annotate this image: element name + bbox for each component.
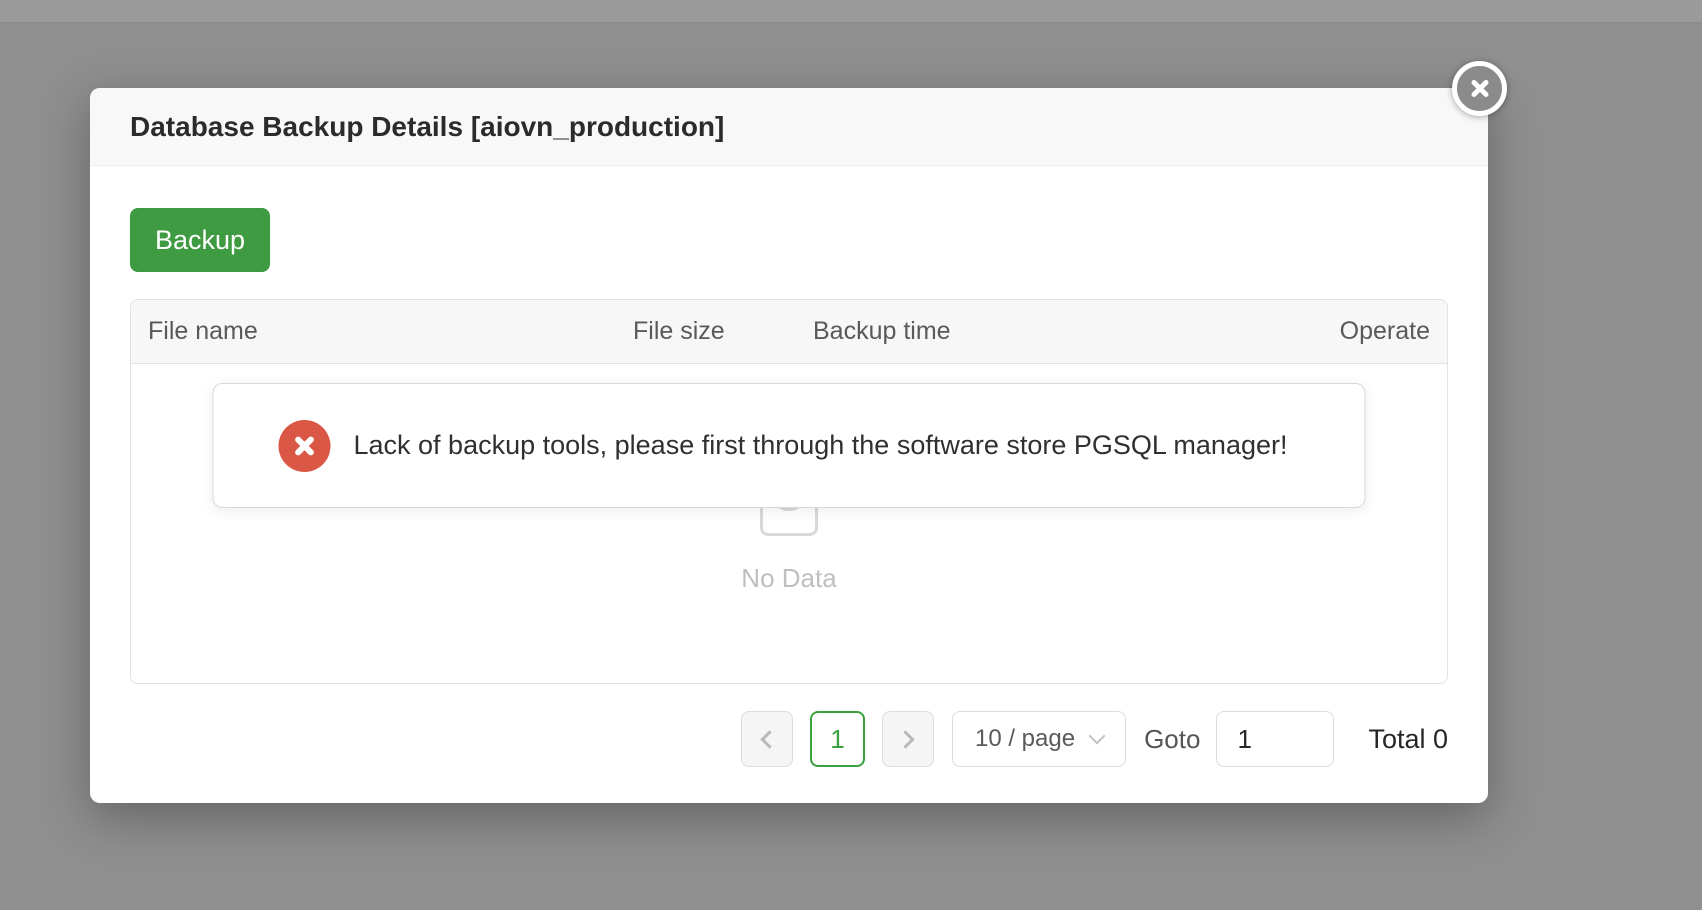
- page-size-select[interactable]: 10 / page: [952, 711, 1126, 767]
- modal-header: Database Backup Details [aiovn_productio…: [90, 88, 1488, 166]
- error-message: Lack of backup tools, please first throu…: [354, 430, 1288, 461]
- close-button[interactable]: [1452, 61, 1507, 116]
- table-header-row: File name File size Backup time Operate: [131, 300, 1447, 364]
- goto-label: Goto: [1144, 724, 1200, 755]
- database-backup-details-modal: Database Backup Details [aiovn_productio…: [90, 88, 1488, 803]
- goto-page-input[interactable]: [1216, 711, 1334, 767]
- chevron-left-icon: [760, 730, 778, 748]
- column-header-backup-time: Backup time: [813, 317, 1143, 346]
- table-body-empty-state: No Data Lack of backup tools, please fir…: [131, 364, 1447, 683]
- chevron-right-icon: [896, 730, 914, 748]
- chevron-down-icon: [1089, 728, 1106, 745]
- pagination: 1 10 / page Goto Total 0: [130, 711, 1448, 767]
- modal-title: Database Backup Details [aiovn_productio…: [130, 111, 724, 143]
- column-header-operate: Operate: [1143, 317, 1430, 346]
- current-page-button[interactable]: 1: [810, 711, 865, 767]
- column-header-file-size: File size: [633, 317, 813, 346]
- error-icon: [279, 420, 331, 472]
- page-size-value: 10 / page: [975, 725, 1075, 753]
- column-header-file-name: File name: [148, 317, 633, 346]
- total-count: Total 0: [1368, 724, 1448, 755]
- empty-state-label: No Data: [131, 563, 1447, 594]
- next-page-button[interactable]: [882, 711, 934, 767]
- prev-page-button[interactable]: [741, 711, 793, 767]
- backup-files-table: File name File size Backup time Operate …: [130, 299, 1448, 684]
- modal-body: Backup File name File size Backup time O…: [90, 166, 1488, 767]
- background-top-bar: [0, 0, 1702, 23]
- backup-button[interactable]: Backup: [130, 208, 270, 272]
- error-alert: Lack of backup tools, please first throu…: [213, 383, 1366, 508]
